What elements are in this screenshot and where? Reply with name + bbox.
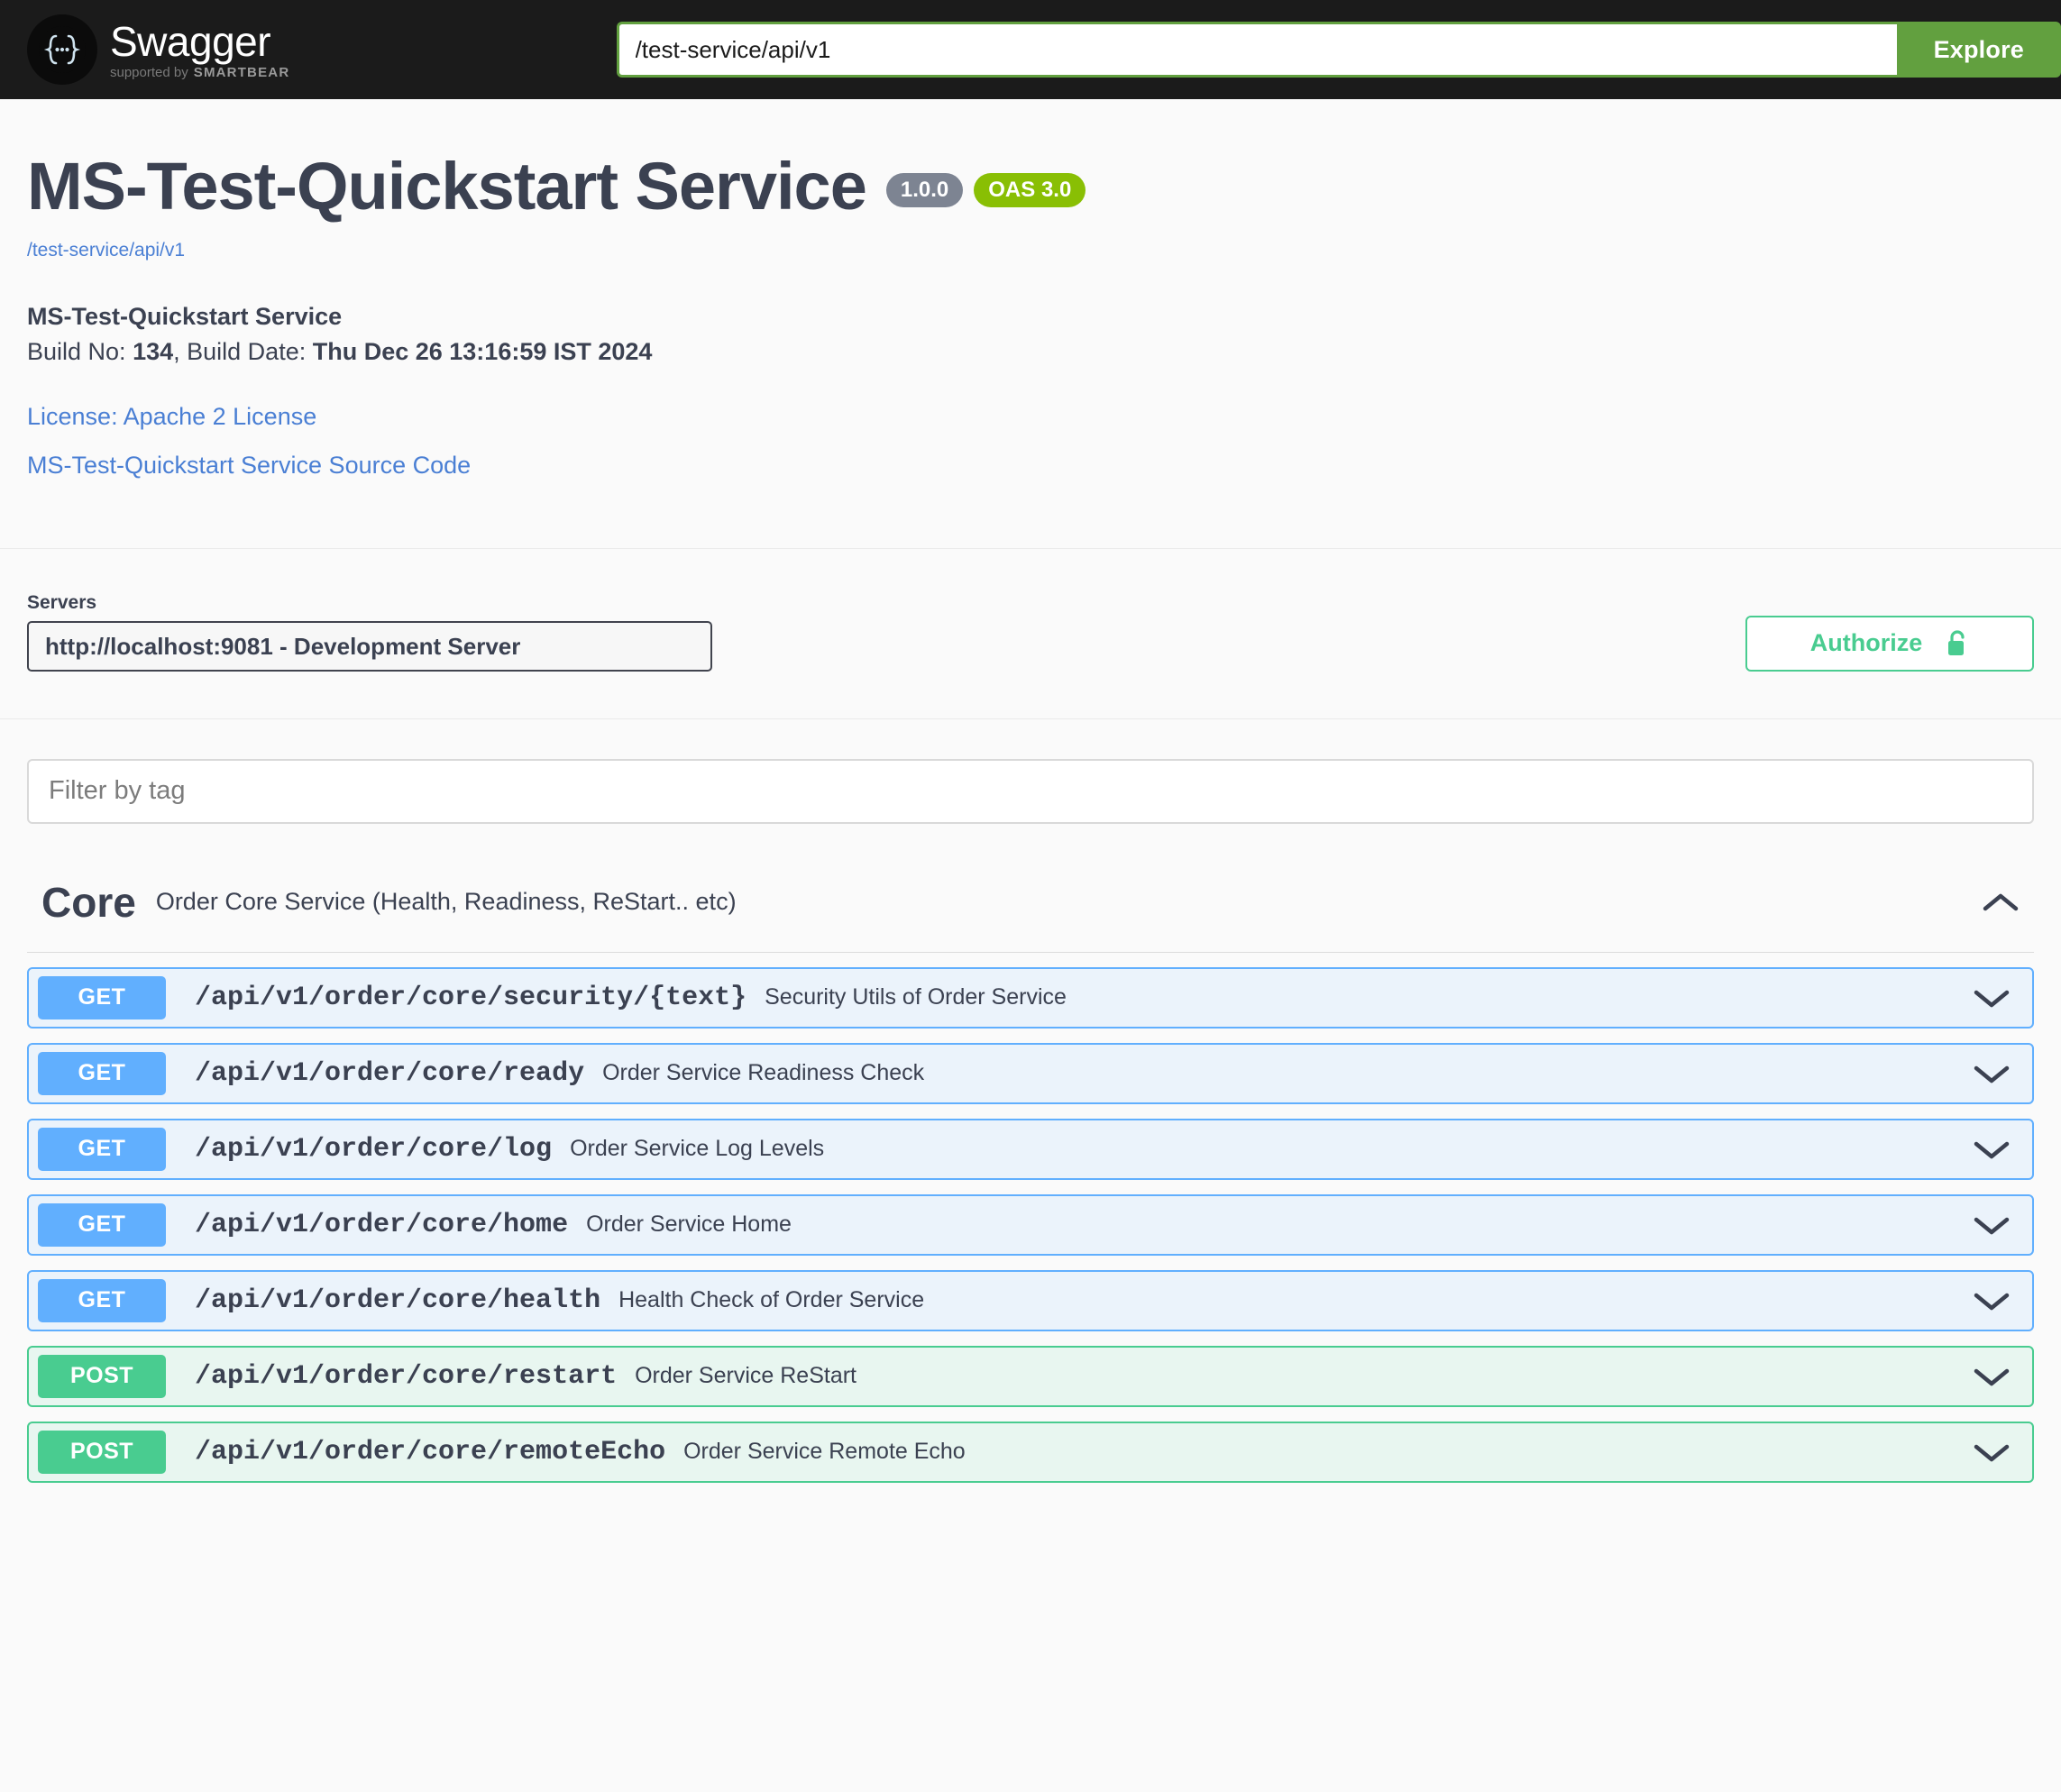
operation-path: /api/v1/order/core/ready — [195, 1057, 585, 1089]
swagger-wordmark: Swagger — [110, 17, 271, 65]
operation-summary: Order Service Remote Echo — [683, 1439, 966, 1465]
topbar: Swagger supported by SMARTBEAR Explore — [0, 0, 2061, 99]
chevron-up-icon[interactable] — [1982, 891, 2020, 914]
filter-section — [0, 718, 2061, 849]
operation-summary: Security Utils of Order Service — [765, 984, 1067, 1010]
authorize-label: Authorize — [1809, 629, 1923, 657]
license-link[interactable]: License: Apache 2 License — [27, 398, 2034, 436]
servers-section: Servers http://localhost:9081 - Developm… — [0, 548, 2061, 719]
swagger-supported-by: supported by SMARTBEAR — [110, 66, 289, 79]
swagger-braces-icon — [27, 14, 97, 85]
unlock-icon — [1946, 629, 1969, 658]
operation-summary: Order Service Home — [586, 1211, 792, 1238]
tag-header-core[interactable]: Core Order Core Service (Health, Readine… — [27, 849, 2034, 953]
method-badge: GET — [38, 1127, 166, 1171]
explore-form: Explore — [289, 22, 2061, 78]
operation-summary: Order Service ReStart — [635, 1363, 856, 1389]
operation-row[interactable]: POST/api/v1/order/core/restart Order Serv… — [27, 1345, 2034, 1407]
version-badge: 1.0.0 — [885, 173, 964, 207]
authorize-button[interactable]: Authorize — [1745, 615, 2034, 672]
operation-path: /api/v1/order/core/remoteEcho — [195, 1436, 666, 1467]
operations-list: GET/api/v1/order/core/security/{text} Sec… — [27, 953, 2034, 1483]
operation-row[interactable]: GET/api/v1/order/core/home Order Service … — [27, 1193, 2034, 1256]
page-title: MS-Test-Quickstart Service — [27, 149, 867, 224]
operation-path: /api/v1/order/core/security/{text} — [195, 982, 747, 1013]
chevron-down-icon[interactable] — [1973, 1440, 2018, 1464]
method-badge: POST — [38, 1354, 166, 1398]
chevron-down-icon[interactable] — [1973, 1289, 2018, 1312]
api-description: MS-Test-Quickstart Service Build No: 134… — [27, 299, 2034, 370]
api-title-row: MS-Test-Quickstart Service 1.0.0 OAS 3.0 — [27, 153, 2034, 220]
description-title: MS-Test-Quickstart Service — [27, 303, 343, 330]
method-badge: GET — [38, 1278, 166, 1322]
operation-path: /api/v1/order/core/home — [195, 1209, 569, 1240]
tag-block-core: Core Order Core Service (Health, Readine… — [0, 848, 2061, 1533]
base-url-link[interactable]: /test-service/api/v1 — [27, 240, 2034, 261]
filter-by-tag-input[interactable] — [27, 758, 2034, 824]
operation-row[interactable]: GET/api/v1/order/core/security/{text} Sec… — [27, 966, 2034, 1029]
operation-path: /api/v1/order/core/restart — [195, 1360, 618, 1392]
operation-row[interactable]: GET/api/v1/order/core/health Health Check… — [27, 1269, 2034, 1331]
servers-label: Servers — [27, 591, 97, 613]
operation-row[interactable]: GET/api/v1/order/core/ready Order Service… — [27, 1042, 2034, 1104]
server-select[interactable]: http://localhost:9081 - Development Serv… — [27, 620, 712, 672]
operation-path: /api/v1/order/core/health — [195, 1285, 601, 1316]
operation-row[interactable]: POST/api/v1/order/core/remoteEcho Order S… — [27, 1421, 2034, 1483]
chevron-down-icon[interactable] — [1973, 1138, 2018, 1161]
operation-row[interactable]: GET/api/v1/order/core/log Order Service L… — [27, 1118, 2034, 1180]
build-no-value: 134 — [133, 338, 174, 366]
servers-group: Servers http://localhost:9081 - Developm… — [27, 592, 712, 672]
chevron-down-icon[interactable] — [1973, 1062, 2018, 1085]
api-links: License: Apache 2 License MS-Test-Quicks… — [27, 398, 2034, 485]
chevron-down-icon[interactable] — [1973, 1365, 2018, 1388]
build-no-label: Build No: — [27, 338, 126, 366]
operation-path: /api/v1/order/core/log — [195, 1133, 553, 1165]
tag-description: Order Core Service (Health, Readiness, R… — [155, 888, 737, 916]
method-badge: GET — [38, 1202, 166, 1247]
operation-summary: Order Service Log Levels — [570, 1136, 825, 1162]
method-badge: GET — [38, 975, 166, 1019]
source-code-link[interactable]: MS-Test-Quickstart Service Source Code — [27, 447, 2034, 485]
smartbear-text: SMARTBEAR — [193, 64, 290, 80]
chevron-down-icon[interactable] — [1973, 986, 2018, 1010]
api-info-section: MS-Test-Quickstart Service 1.0.0 OAS 3.0… — [0, 99, 2061, 549]
operation-summary: Order Service Readiness Check — [602, 1060, 925, 1086]
build-info-line: Build No: 134, Build Date: Thu Dec 26 13… — [27, 334, 2034, 370]
build-date-value: Thu Dec 26 13:16:59 IST 2024 — [312, 338, 653, 366]
tag-name: Core — [41, 878, 136, 926]
spec-url-input[interactable] — [616, 22, 1897, 78]
method-badge: POST — [38, 1430, 166, 1474]
explore-button[interactable]: Explore — [1896, 22, 2061, 78]
supported-by-text: supported by — [110, 64, 188, 80]
build-date-label: , Build Date: — [173, 338, 307, 366]
oas-badge: OAS 3.0 — [974, 173, 1086, 207]
swagger-logo[interactable]: Swagger supported by SMARTBEAR — [27, 14, 289, 85]
chevron-down-icon[interactable] — [1973, 1213, 2018, 1237]
operation-summary: Health Check of Order Service — [618, 1287, 925, 1313]
method-badge: GET — [38, 1051, 166, 1095]
